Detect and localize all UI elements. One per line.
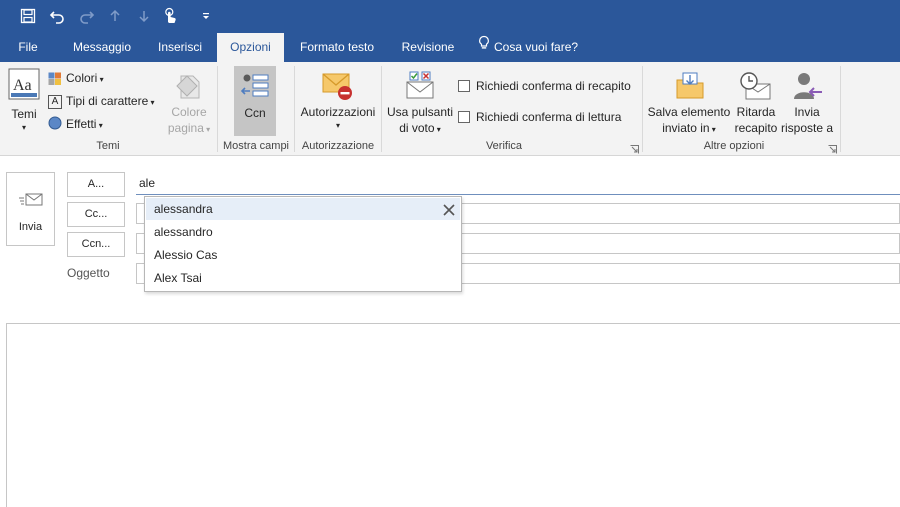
themes-button[interactable]: Aa Temi ▾ xyxy=(6,66,42,136)
send-icon xyxy=(18,190,44,213)
group-label-verifica: Verifica xyxy=(485,140,523,152)
autocomplete-item[interactable]: Alex Tsai xyxy=(146,267,460,289)
group-separator xyxy=(642,66,643,152)
autocomplete-item-label: alessandra xyxy=(154,202,213,216)
voting-label-2: di voto ▾ xyxy=(399,121,441,135)
fonts-dropdown-icon: ▾ xyxy=(148,98,155,107)
autocomplete-item[interactable]: alessandro xyxy=(146,221,460,243)
page-color-button[interactable]: Colore pagina ▾ xyxy=(163,66,215,138)
group-separator xyxy=(840,66,841,152)
bcc-icon xyxy=(240,72,270,105)
down-arrow-icon[interactable] xyxy=(134,6,154,26)
permission-button[interactable]: Autorizzazioni ▾ xyxy=(298,66,378,138)
to-button[interactable]: A... xyxy=(67,172,125,197)
read-receipt-label: Richiedi conferma di lettura xyxy=(476,110,622,124)
fonts-button[interactable]: A Tipi di carattere ▾ xyxy=(48,93,155,111)
effects-label: Effetti xyxy=(66,117,97,132)
effects-dropdown-icon: ▾ xyxy=(96,121,103,131)
effects-button[interactable]: Effetti ▾ xyxy=(48,116,103,134)
send-label: Invia xyxy=(18,221,43,233)
tab-file[interactable]: File xyxy=(8,33,48,62)
tab-formato-testo[interactable]: Formato testo xyxy=(292,33,382,62)
colors-icon xyxy=(48,72,62,86)
autocomplete-item-label: alessandro xyxy=(154,225,213,239)
up-arrow-icon[interactable] xyxy=(105,6,125,26)
voting-buttons-button[interactable]: Usa pulsanti di voto ▾ xyxy=(385,66,455,138)
direct-replies-icon xyxy=(792,70,824,105)
lightbulb-icon xyxy=(478,33,490,62)
delivery-receipt-label: Richiedi conferma di recapito xyxy=(476,79,631,93)
fonts-icon: A xyxy=(48,94,62,109)
delay-delivery-icon xyxy=(738,70,772,105)
svg-text:Aa: Aa xyxy=(13,77,32,94)
direct-replies-button[interactable]: Invia risposte a xyxy=(780,66,834,138)
bcc-toggle-button[interactable]: Ccn xyxy=(234,66,276,136)
dialog-launcher-icon[interactable] xyxy=(630,143,639,154)
voting-label-1: Usa pulsanti xyxy=(386,105,454,119)
to-field[interactable]: ale xyxy=(136,173,900,195)
colors-button[interactable]: Colori ▾ xyxy=(48,70,104,88)
dialog-launcher-icon[interactable] xyxy=(828,143,837,154)
ribbon: Aa Temi ▾ Colori ▾ A Tipi di carattere ▾ … xyxy=(0,62,900,156)
delay-delivery-button[interactable]: Ritarda recapito xyxy=(732,66,780,138)
touch-mode-icon[interactable] xyxy=(160,6,180,26)
page-color-icon xyxy=(173,70,205,105)
delivery-receipt-check[interactable] xyxy=(458,80,470,92)
customize-qat-icon[interactable] xyxy=(196,6,216,26)
delay-label-1: Ritarda xyxy=(736,105,776,119)
direct-replies-label-2: risposte a xyxy=(780,121,834,135)
send-button[interactable]: Invia xyxy=(6,172,55,246)
effects-icon xyxy=(48,116,62,134)
undo-icon[interactable] xyxy=(47,6,67,26)
group-label-temi: Temi xyxy=(96,140,120,152)
save-sent-label-1: Salva elemento xyxy=(647,105,731,119)
page-color-label-2: pagina ▾ xyxy=(167,121,211,135)
tab-inserisci[interactable]: Inserisci xyxy=(150,33,210,62)
autocomplete-item-label: Alex Tsai xyxy=(154,271,202,285)
group-label-mostra-campi: Mostra campi xyxy=(222,140,290,152)
direct-replies-label-1: Invia xyxy=(794,105,820,119)
tab-messaggio[interactable]: Messaggio xyxy=(64,33,140,62)
group-separator xyxy=(294,66,295,152)
group-separator xyxy=(381,66,382,152)
voting-icon xyxy=(404,70,436,105)
tab-opzioni[interactable]: Opzioni xyxy=(217,33,284,62)
autocomplete-item[interactable]: Alessio Cas xyxy=(146,244,460,266)
delay-label-2: recapito xyxy=(734,121,778,135)
permission-envelope-icon xyxy=(321,70,355,105)
bcc-button[interactable]: Ccn... xyxy=(67,232,125,257)
tell-me-label: Cosa vuoi fare? xyxy=(494,40,579,54)
cc-button[interactable]: Cc... xyxy=(67,202,125,227)
ribbon-tabs: File Messaggio Inserisci Opzioni Formato… xyxy=(0,33,900,62)
colors-label: Colori xyxy=(66,71,98,85)
themes-dropdown-arrow: ▾ xyxy=(21,123,26,132)
save-sent-label-2: inviato in ▾ xyxy=(662,121,716,135)
tab-revisione[interactable]: Revisione xyxy=(394,33,462,62)
save-icon[interactable] xyxy=(18,6,38,26)
bcc-label: Ccn xyxy=(244,106,266,120)
subject-label: Oggetto xyxy=(67,266,110,280)
autocomplete-item-label: Alessio Cas xyxy=(154,248,218,262)
save-sent-item-icon xyxy=(674,70,706,105)
colors-dropdown-icon: ▾ xyxy=(97,75,104,84)
autocomplete-list: alessandra alessandro Alessio Cas Alex T… xyxy=(144,196,462,292)
save-sent-item-button[interactable]: Salva elemento inviato in ▾ xyxy=(646,66,732,138)
autocomplete-item[interactable]: alessandra xyxy=(146,198,460,220)
permission-dropdown-arrow: ▾ xyxy=(335,121,340,130)
message-body[interactable] xyxy=(6,323,900,507)
themes-icon: Aa xyxy=(8,68,40,103)
page-color-label-1: Colore xyxy=(171,105,207,119)
group-label-autorizzazione: Autorizzazione xyxy=(301,140,375,152)
tell-me-search[interactable]: Cosa vuoi fare? xyxy=(478,33,588,62)
redo-icon[interactable] xyxy=(77,6,97,26)
group-label-altre-opzioni: Altre opzioni xyxy=(703,140,765,152)
read-receipt-checkbox[interactable]: Richiedi conferma di lettura xyxy=(458,109,638,125)
group-separator xyxy=(217,66,218,152)
read-receipt-check[interactable] xyxy=(458,111,470,123)
to-field-value: ale xyxy=(139,176,156,190)
fonts-label: Tipi di carattere xyxy=(66,94,149,108)
delivery-receipt-checkbox[interactable]: Richiedi conferma di recapito xyxy=(458,78,638,94)
quick-access-toolbar xyxy=(0,0,900,33)
